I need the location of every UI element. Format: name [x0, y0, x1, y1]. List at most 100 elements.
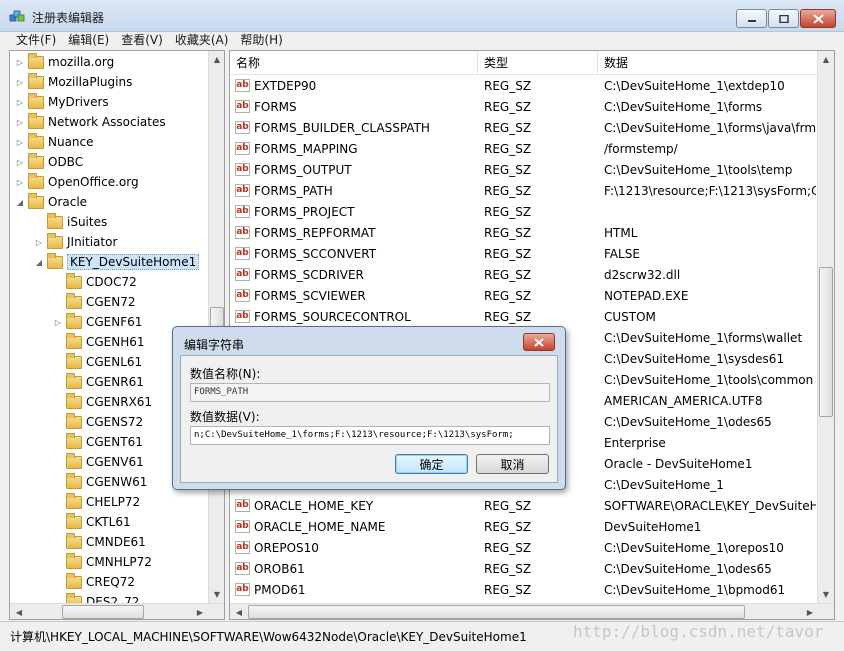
list-row[interactable]: ab FORMS_SOURCECONTROL REG_SZ CUSTOM [230, 307, 816, 328]
scroll-left-arrow-icon[interactable]: ◀ [231, 604, 247, 619]
tree-item-label: iSuites [67, 215, 108, 229]
tree-expander-icon[interactable]: ◢ [15, 198, 25, 207]
close-button[interactable] [800, 9, 836, 28]
menu-view[interactable]: 查看(V) [115, 32, 169, 50]
scroll-right-arrow-icon[interactable]: ▶ [192, 604, 208, 619]
tree-expander-icon[interactable]: ▷ [15, 78, 25, 87]
list-horizontal-scrollbar[interactable]: ◀ ▶ [230, 603, 834, 619]
list-row[interactable]: ab FORMS_PROJECT REG_SZ [230, 202, 816, 223]
tree-item[interactable]: ▷ CGENF61 [10, 312, 142, 332]
scroll-down-arrow-icon[interactable]: ▼ [818, 586, 834, 602]
column-header-data[interactable]: 数据 [598, 51, 818, 75]
tree-item[interactable]: ▷ ODBC [10, 152, 83, 172]
tree-hscroll-thumb[interactable] [62, 605, 144, 619]
watermark: http://blog.csdn.net/tavor [573, 622, 824, 641]
list-row[interactable]: ab FORMS REG_SZ C:\DevSuiteHome_1\forms [230, 97, 816, 118]
cell-data: d2scrw32.dll [604, 268, 681, 282]
tree-item[interactable]: CGENL61 [10, 352, 142, 372]
menu-edit[interactable]: 编辑(E) [62, 32, 115, 50]
tree-item[interactable]: CMNHLP72 [10, 552, 152, 572]
scroll-right-arrow-icon[interactable]: ▶ [802, 604, 818, 619]
tree-item-label: CMNDE61 [86, 535, 146, 549]
tree-item[interactable]: CGENH61 [10, 332, 145, 352]
dialog-title: 编辑字符串 [184, 338, 245, 352]
list-vertical-scrollbar[interactable]: ▲ ▼ [817, 51, 834, 603]
tree-item[interactable]: CGENR61 [10, 372, 144, 392]
menu-file[interactable]: 文件(F) [10, 32, 62, 50]
folder-icon [28, 112, 44, 129]
tree-item[interactable]: ▷ Nuance [10, 132, 94, 152]
tree-item[interactable]: ▷ OpenOffice.org [10, 172, 139, 192]
list-row[interactable]: ab FORMS_REPFORMAT REG_SZ HTML [230, 223, 816, 244]
tree-expander-icon[interactable]: ▷ [53, 318, 63, 327]
list-vscroll-thumb[interactable] [819, 267, 833, 417]
tree-item[interactable]: ▷ MozillaPlugins [10, 72, 132, 92]
menu-help[interactable]: 帮助(H) [234, 32, 288, 50]
tree-item[interactable]: ▷ Network Associates [10, 112, 166, 132]
scroll-up-arrow-icon[interactable]: ▲ [818, 51, 834, 67]
ok-button[interactable]: 确定 [395, 454, 468, 474]
value-data-input[interactable]: n;C:\DevSuiteHome_1\forms;F:\1213\resour… [190, 426, 550, 445]
tree-item[interactable]: CGENV61 [10, 452, 144, 472]
column-header-name[interactable]: 名称 [230, 51, 478, 75]
tree-expander-icon[interactable]: ◢ [34, 258, 44, 267]
tree-item[interactable]: ▷ mozilla.org [10, 52, 114, 72]
tree-item[interactable]: iSuites [10, 212, 107, 232]
cell-data: SOFTWARE\ORACLE\KEY_DevSuiteHo [604, 499, 816, 513]
maximize-icon [778, 14, 789, 23]
cancel-button[interactable]: 取消 [476, 454, 549, 474]
tree-item[interactable]: CKTL61 [10, 512, 131, 532]
list-row[interactable]: ab FORMS_BUILDER_CLASSPATH REG_SZ C:\DevSui… [230, 118, 816, 139]
tree-item[interactable]: CREQ72 [10, 572, 135, 592]
title-bar: 注册表编辑器 [0, 0, 844, 32]
cell-name: ORACLE_HOME_NAME [254, 520, 386, 534]
scroll-down-arrow-icon[interactable]: ▼ [209, 586, 224, 602]
list-row[interactable]: ab FORMS_SCDRIVER REG_SZ d2scrw32.dll [230, 265, 816, 286]
cell-type: REG_SZ [484, 289, 532, 303]
menu-favorites[interactable]: 收藏夹(A) [169, 32, 235, 50]
scroll-up-arrow-icon[interactable]: ▲ [209, 51, 224, 67]
tree-expander-icon[interactable]: ▷ [34, 238, 44, 247]
list-hscroll-thumb[interactable] [248, 605, 745, 619]
string-value-icon: ab [235, 163, 250, 176]
tree-horizontal-scrollbar[interactable]: ◀ ▶ [10, 603, 224, 619]
list-row[interactable]: ab FORMS_MAPPING REG_SZ/formstemp/ [230, 139, 816, 160]
minimize-button[interactable] [736, 9, 767, 28]
list-row[interactable]: ab FORMS_SCCONVERT REG_SZ FALSE [230, 244, 816, 265]
tree-item[interactable]: CGENW61 [10, 472, 147, 492]
tree-item[interactable]: ▷ JInitiator [10, 232, 117, 252]
tree-expander-icon[interactable]: ▷ [15, 98, 25, 107]
column-header-type[interactable]: 类型 [478, 51, 598, 75]
tree-item[interactable]: ◢ KEY_DevSuiteHome1 [10, 252, 200, 272]
tree-item[interactable]: CGENRX61 [10, 392, 152, 412]
list-row[interactable]: ab FORMS_SCVIEWER REG_SZ NOTEPAD.EXE [230, 286, 816, 307]
maximize-button[interactable] [768, 9, 799, 28]
tree-item[interactable]: CHELP72 [10, 492, 140, 512]
dialog-close-button[interactable] [523, 333, 555, 351]
folder-icon [28, 72, 44, 89]
tree-expander-icon[interactable]: ▷ [15, 178, 25, 187]
tree-expander-icon[interactable]: ▷ [15, 158, 25, 167]
scroll-left-arrow-icon[interactable]: ◀ [11, 604, 27, 619]
list-row[interactable]: ab OREPOS10 REG_SZ C:\DevSuiteHome_1\orepos… [230, 538, 816, 559]
list-row[interactable]: ab FORMS_PATH REG_SZ F:\1213\resource;F:\12… [230, 181, 816, 202]
tree-item[interactable]: CGENT61 [10, 432, 143, 452]
tree-item[interactable]: CDOC72 [10, 272, 137, 292]
registry-path: 计算机\HKEY_LOCAL_MACHINE\SOFTWARE\Wow6432N… [10, 630, 527, 644]
list-row[interactable]: ab FORMS_OUTPUT REG_SZ C:\DevSuiteHome_1\to… [230, 160, 816, 181]
list-row[interactable]: ab ORACLE_HOME_NAME REG_SZ DevSuiteHome1 [230, 517, 816, 538]
tree-expander-icon[interactable]: ▷ [15, 118, 25, 127]
list-row[interactable]: ab EXTDEP90 REG_SZ C:\DevSuiteHome_1\extdep… [230, 76, 816, 97]
tree-item[interactable]: CMNDE61 [10, 532, 146, 552]
list-row[interactable]: ab PMOD61 REG_SZ C:\DevSuiteHome_1\bpmod61 [230, 580, 816, 601]
list-row[interactable]: ab ORACLE_HOME_KEY REG_SZ SOFTWARE\ORACLE\K… [230, 496, 816, 517]
tree-item[interactable]: ◢ Oracle [10, 192, 87, 212]
list-row[interactable]: ab OROB61 REG_SZ C:\DevSuiteHome_1\odes65 [230, 559, 816, 580]
tree-item[interactable]: ▷ MyDrivers [10, 92, 109, 112]
tree-item-label: MozillaPlugins [48, 75, 133, 89]
tree-expander-icon[interactable]: ▷ [15, 58, 25, 67]
tree-item[interactable]: CGEN72 [10, 292, 136, 312]
tree-expander-icon[interactable]: ▷ [15, 138, 25, 147]
tree-item[interactable]: CGENS72 [10, 412, 143, 432]
cell-data: C:\DevSuiteHome_1\odes65 [604, 415, 772, 429]
